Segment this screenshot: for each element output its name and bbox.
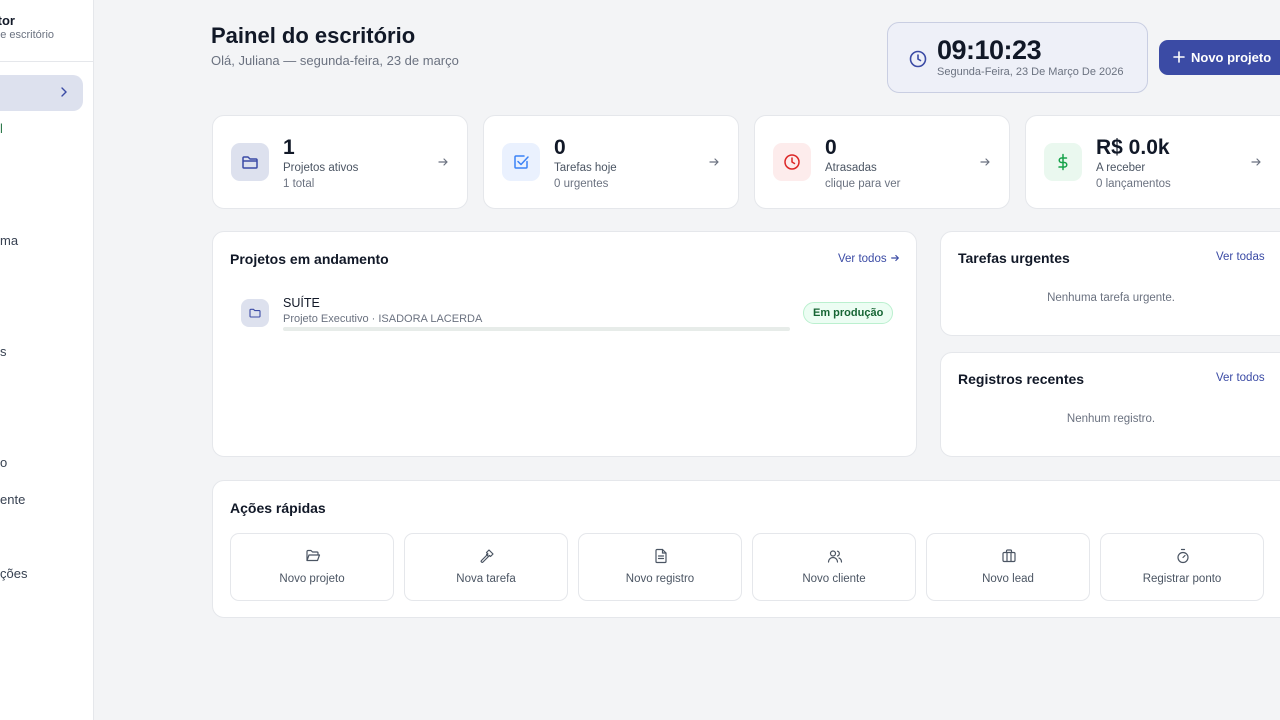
sidebar: tor e escritório l ma s o ente ções — [0, 0, 94, 720]
quick-action-new-record[interactable]: Novo registro — [578, 533, 742, 601]
brand-subtitle: e escritório — [0, 29, 54, 41]
clock-icon — [784, 154, 800, 170]
quick-action-label: Novo cliente — [802, 573, 866, 585]
quick-actions-panel: Ações rápidas Novo projeto Nova tarefa N… — [212, 480, 1280, 618]
arrow-right-icon — [709, 158, 719, 166]
page-subtitle: Olá, Juliana — segunda-feira, 23 de març… — [211, 53, 459, 68]
clock-card: 09:10:23 Segunda-Feira, 23 De Março De 2… — [887, 22, 1148, 93]
users-icon — [827, 550, 843, 563]
document-icon — [655, 548, 667, 564]
folder-open-icon — [306, 549, 321, 562]
brand-title: tor — [0, 13, 15, 28]
stat-label: Projetos ativos — [283, 162, 359, 174]
stat-icon-box — [502, 143, 540, 181]
stat-sub: clique para ver — [825, 178, 901, 190]
quick-action-new-lead[interactable]: Novo lead — [926, 533, 1090, 601]
sidebar-item-5[interactable]: ente — [0, 492, 25, 507]
sidebar-item-1[interactable]: l — [0, 121, 3, 136]
quick-action-register-time[interactable]: Registrar ponto — [1100, 533, 1264, 601]
stat-value: 0 — [825, 136, 837, 159]
stat-value: 1 — [283, 136, 295, 159]
recent-records-panel: Registros recentes Ver todos Nenhum regi… — [940, 352, 1280, 457]
stat-card-receivable[interactable]: R$ 0.0k A receber 0 lançamentos — [1025, 115, 1280, 209]
new-project-button[interactable]: Novo projeto — [1159, 40, 1280, 75]
sidebar-item-dashboard[interactable] — [0, 75, 83, 111]
quick-action-new-client[interactable]: Novo cliente — [752, 533, 916, 601]
urgent-tasks-panel: Tarefas urgentes Ver todas Nenhuma taref… — [940, 231, 1280, 336]
projects-panel: Projetos em andamento Ver todos SUÍTE Pr… — [212, 231, 917, 457]
quick-action-new-task[interactable]: Nova tarefa — [404, 533, 568, 601]
arrow-right-icon — [890, 254, 899, 262]
stat-card-overdue[interactable]: 0 Atrasadas clique para ver — [754, 115, 1010, 209]
folder-icon — [242, 156, 258, 169]
quick-action-label: Nova tarefa — [456, 573, 516, 585]
quick-action-new-project[interactable]: Novo projeto — [230, 533, 394, 601]
checkbox-icon — [514, 155, 529, 169]
chevron-right-icon — [61, 87, 67, 97]
stat-sub: 0 urgentes — [554, 178, 609, 190]
link-label: Ver todos — [838, 253, 887, 265]
briefcase-icon — [1002, 549, 1016, 563]
quick-action-label: Novo lead — [982, 573, 1034, 585]
stat-value: 0 — [554, 136, 566, 159]
quick-action-label: Novo projeto — [279, 573, 345, 585]
stat-label: Tarefas hoje — [554, 162, 617, 174]
new-project-label: Novo projeto — [1191, 50, 1272, 65]
page-title: Painel do escritório — [211, 23, 416, 48]
hammer-icon — [480, 549, 494, 563]
arrow-right-icon — [980, 158, 990, 166]
project-meta: Projeto Executivo · ISADORA LACERDA — [283, 313, 483, 325]
quick-action-label: Novo registro — [625, 573, 695, 585]
see-all-tasks-link[interactable]: Ver todas — [1216, 251, 1265, 263]
sidebar-item-6[interactable]: ções — [0, 566, 27, 581]
stat-icon-box — [231, 143, 269, 181]
panel-title: Projetos em andamento — [230, 251, 389, 267]
plus-icon — [1173, 51, 1185, 63]
stat-icon-box — [773, 143, 811, 181]
stat-label: A receber — [1096, 162, 1146, 174]
clock-icon — [909, 50, 927, 68]
sidebar-item-4[interactable]: o — [0, 455, 7, 470]
stat-label: Atrasadas — [825, 162, 877, 174]
stat-sub: 0 lançamentos — [1096, 178, 1171, 190]
arrow-right-icon — [438, 158, 448, 166]
panel-title: Ações rápidas — [230, 500, 326, 516]
stat-icon-box — [1044, 143, 1082, 181]
sidebar-item-2[interactable]: ma — [0, 233, 18, 248]
dollar-icon — [1058, 153, 1068, 171]
empty-message: Nenhum registro. — [1066, 413, 1156, 425]
clock-time: 09:10:23 — [937, 35, 1042, 65]
arrow-right-icon — [1251, 158, 1261, 166]
empty-message: Nenhuma tarefa urgente. — [1047, 292, 1175, 304]
stat-card-tasks-today[interactable]: 0 Tarefas hoje 0 urgentes — [483, 115, 739, 209]
stat-card-active-projects[interactable]: 1 Projetos ativos 1 total — [212, 115, 468, 209]
panel-title: Tarefas urgentes — [958, 250, 1070, 266]
sidebar-brand: tor e escritório — [0, 0, 93, 62]
see-all-records-link[interactable]: Ver todos — [1216, 372, 1265, 384]
folder-icon — [249, 308, 261, 318]
status-badge: Em produção — [803, 302, 894, 324]
project-icon-box — [241, 299, 269, 327]
sidebar-item-3[interactable]: s — [0, 344, 7, 359]
clock-date: Segunda-Feira, 23 De Março De 2026 — [937, 66, 1124, 78]
see-all-projects-link[interactable]: Ver todos — [838, 253, 900, 265]
stopwatch-icon — [1177, 548, 1189, 564]
stat-value: R$ 0.0k — [1096, 136, 1170, 159]
stat-sub: 1 total — [283, 178, 315, 190]
quick-action-label: Registrar ponto — [1142, 573, 1222, 585]
project-name: SUÍTE — [283, 296, 320, 310]
panel-title: Registros recentes — [958, 371, 1085, 387]
project-progress-bar — [283, 327, 790, 331]
